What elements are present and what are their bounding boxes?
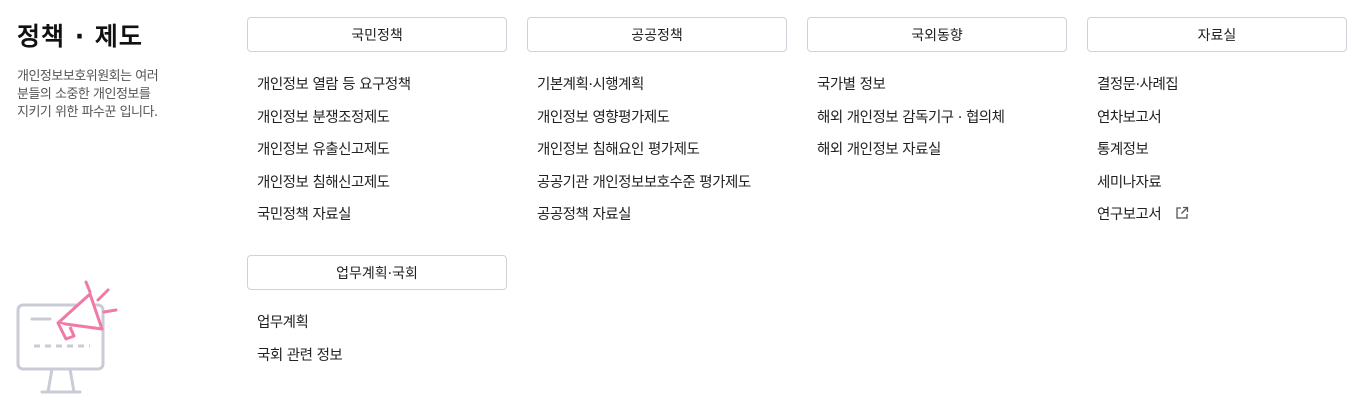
menu-link[interactable]: 개인정보 유출신고제도 — [257, 142, 390, 158]
list-item[interactable]: 공공기관 개인정보보호수준 평가제도 — [537, 167, 787, 200]
menu-list: 국가별 정보 해외 개인정보 감독기구 · 협의체 해외 개인정보 자료실 — [807, 69, 1067, 167]
page-description: 개인정보보호위원회는 여러 분들의 소중한 개인정보를 지키기 위한 파수꾼 입… — [17, 68, 217, 122]
menu-list: 결정문·사례집 연차보고서 통계정보 세미나자료 연구보고서 — [1087, 69, 1347, 232]
external-link-icon[interactable] — [1175, 200, 1189, 233]
list-item[interactable]: 개인정보 분쟁조정제도 — [257, 102, 507, 135]
menu-list: 개인정보 열람 등 요구정책 개인정보 분쟁조정제도 개인정보 유출신고제도 개… — [247, 69, 507, 232]
monitor-megaphone-icon — [12, 280, 122, 402]
description-line: 지키기 위한 파수꾼 입니다. — [17, 105, 158, 120]
list-item[interactable]: 통계정보 — [1097, 134, 1347, 167]
menu-link[interactable]: 개인정보 영향평가제도 — [537, 110, 670, 126]
list-item[interactable]: 국가별 정보 — [817, 69, 1067, 102]
list-item[interactable]: 개인정보 유출신고제도 — [257, 134, 507, 167]
menu-link[interactable]: 국민정책 자료실 — [257, 207, 352, 223]
menu-list: 기본계획·시행계획 개인정보 영향평가제도 개인정보 침해요인 평가제도 공공기… — [527, 69, 787, 232]
menu-link[interactable]: 국회 관련 정보 — [257, 348, 343, 364]
menu-column-work-plan-assembly: 업무계획·국회 업무계획 국회 관련 정보 — [247, 255, 507, 372]
list-item[interactable]: 개인정보 영향평가제도 — [537, 102, 787, 135]
menu-link[interactable]: 연구보고서 — [1097, 207, 1162, 223]
list-item[interactable]: 해외 개인정보 자료실 — [817, 134, 1067, 167]
menu-link[interactable]: 국가별 정보 — [817, 77, 886, 93]
description-line: 분들의 소중한 개인정보를 — [17, 87, 151, 102]
list-item[interactable]: 해외 개인정보 감독기구 · 협의체 — [817, 102, 1067, 135]
menu-column-archive: 자료실 결정문·사례집 연차보고서 통계정보 세미나자료 연구보고서 — [1087, 17, 1347, 232]
page-title: 정책 · 제도 — [17, 22, 143, 51]
menu-link[interactable]: 개인정보 침해요인 평가제도 — [537, 142, 700, 158]
menu-link[interactable]: 세미나자료 — [1097, 175, 1162, 191]
list-item[interactable]: 개인정보 침해요인 평가제도 — [537, 134, 787, 167]
list-item[interactable]: 연차보고서 — [1097, 102, 1347, 135]
list-item[interactable]: 결정문·사례집 — [1097, 69, 1347, 102]
description-line: 개인정보보호위원회는 여러 — [17, 69, 159, 84]
list-item[interactable]: 연구보고서 — [1097, 199, 1347, 232]
menu-link[interactable]: 업무계획 — [257, 315, 309, 331]
list-item[interactable]: 업무계획 — [257, 307, 507, 340]
menu-column-overseas-trends: 국외동향 국가별 정보 해외 개인정보 감독기구 · 협의체 해외 개인정보 자… — [807, 17, 1067, 167]
menu-link[interactable]: 공공정책 자료실 — [537, 207, 632, 223]
column-header-work-plan-assembly[interactable]: 업무계획·국회 — [247, 255, 507, 290]
column-header-public-policy[interactable]: 공공정책 — [527, 17, 787, 52]
menu-link[interactable]: 통계정보 — [1097, 142, 1149, 158]
column-header-citizen-policy[interactable]: 국민정책 — [247, 17, 507, 52]
list-item[interactable]: 세미나자료 — [1097, 167, 1347, 200]
list-item[interactable]: 개인정보 침해신고제도 — [257, 167, 507, 200]
list-item[interactable]: 기본계획·시행계획 — [537, 69, 787, 102]
menu-column-citizen-policy: 국민정책 개인정보 열람 등 요구정책 개인정보 분쟁조정제도 개인정보 유출신… — [247, 17, 507, 232]
list-item[interactable]: 국민정책 자료실 — [257, 199, 507, 232]
menu-link[interactable]: 기본계획·시행계획 — [537, 77, 644, 93]
column-header-archive[interactable]: 자료실 — [1087, 17, 1347, 52]
menu-link[interactable]: 해외 개인정보 자료실 — [817, 142, 941, 158]
section-intro: 정책 · 제도 개인정보보호위원회는 여러 분들의 소중한 개인정보를 지키기 … — [17, 18, 217, 122]
menu-link[interactable]: 개인정보 침해신고제도 — [257, 175, 390, 191]
menu-column-public-policy: 공공정책 기본계획·시행계획 개인정보 영향평가제도 개인정보 침해요인 평가제… — [527, 17, 787, 232]
menu-link[interactable]: 결정문·사례집 — [1097, 77, 1179, 93]
column-header-overseas-trends[interactable]: 국외동향 — [807, 17, 1067, 52]
menu-link[interactable]: 연차보고서 — [1097, 110, 1162, 126]
menu-link[interactable]: 개인정보 분쟁조정제도 — [257, 110, 390, 126]
list-item[interactable]: 공공정책 자료실 — [537, 199, 787, 232]
list-item[interactable]: 국회 관련 정보 — [257, 340, 507, 373]
menu-link[interactable]: 해외 개인정보 감독기구 · 협의체 — [817, 110, 1005, 126]
menu-list: 업무계획 국회 관련 정보 — [247, 307, 507, 372]
menu-link[interactable]: 공공기관 개인정보보호수준 평가제도 — [537, 175, 751, 191]
list-item[interactable]: 개인정보 열람 등 요구정책 — [257, 69, 507, 102]
menu-link[interactable]: 개인정보 열람 등 요구정책 — [257, 77, 411, 93]
